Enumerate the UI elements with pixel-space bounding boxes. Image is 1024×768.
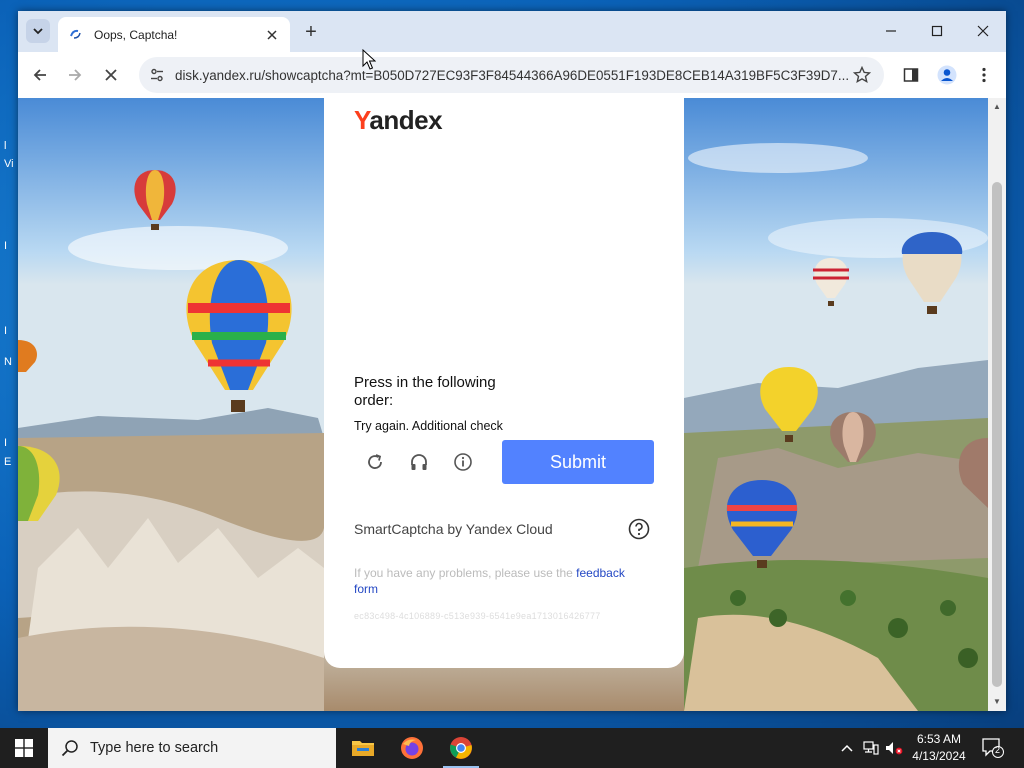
back-arrow-icon: [33, 69, 46, 81]
info-button[interactable]: [450, 449, 476, 475]
hot-air-balloon-image: [726, 480, 798, 568]
star-icon: [853, 66, 871, 84]
captcha-card: Yandex Press in the following order: Try…: [324, 98, 684, 668]
close-icon: [977, 25, 989, 37]
hot-air-balloon-image: [18, 446, 60, 521]
stop-loading-icon: [105, 69, 117, 81]
tab-active[interactable]: Oops, Captcha!: [58, 17, 290, 52]
search-icon: [61, 740, 78, 757]
taskbar-chrome[interactable]: [437, 728, 485, 768]
taskbar-clock[interactable]: 6:53 AM 4/13/2024: [905, 731, 973, 765]
forward-button[interactable]: [63, 63, 87, 87]
browser-toolbar: disk.yandex.ru/showcaptcha?mt=B050D727EC…: [18, 52, 1006, 98]
profile-button[interactable]: [935, 63, 959, 87]
retry-message: Try again. Additional check: [354, 419, 503, 433]
minimize-button[interactable]: [877, 19, 905, 43]
mouse-cursor-icon: [362, 49, 376, 70]
clock-date: 4/13/2024: [912, 749, 966, 763]
clock-time: 6:53 AM: [916, 732, 962, 746]
captcha-instruction: Press in the following order:: [354, 374, 496, 409]
file-explorer-icon: [352, 741, 374, 756]
notification-center-button[interactable]: 2: [982, 738, 1004, 758]
hot-air-balloon-image: [958, 438, 988, 508]
network-icon: [863, 741, 879, 755]
tab-search-button[interactable]: [26, 19, 50, 43]
chevron-up-icon: [841, 744, 853, 752]
yandex-logo: Yandex: [354, 105, 443, 135]
side-panel-icon: [903, 68, 919, 82]
windows-logo-icon: [15, 739, 33, 757]
browser-window: Oops, Captcha! + disk.yandex.ru/showcapt…: [18, 11, 1006, 711]
audio-button[interactable]: [406, 449, 432, 475]
chevron-down-icon: [33, 28, 43, 35]
refresh-button[interactable]: [362, 449, 388, 475]
back-button[interactable]: [28, 63, 52, 87]
forward-arrow-icon: [69, 69, 82, 81]
page-viewport: Yandex Press in the following order: Try…: [18, 98, 988, 711]
new-tab-button[interactable]: +: [300, 21, 322, 43]
url-text[interactable]: disk.yandex.ru/showcaptcha?mt=B050D727EC…: [175, 68, 850, 83]
hot-air-balloon-image: [18, 340, 37, 372]
help-icon[interactable]: [628, 518, 650, 540]
firefox-icon: [401, 737, 423, 759]
hot-air-balloon-image: [901, 232, 963, 314]
menu-button[interactable]: [972, 63, 996, 87]
tab-strip: Oops, Captcha! +: [18, 11, 1006, 52]
tab-title: Oops, Captcha!: [94, 27, 178, 42]
scroll-down-arrow[interactable]: ▼: [992, 697, 1002, 707]
taskbar-file-explorer[interactable]: [339, 728, 387, 768]
maximize-icon: [931, 25, 943, 37]
captcha-token: ec83c498-4c106889-c513e939-6541e9ea17130…: [354, 611, 601, 621]
hot-air-balloon-image: [134, 170, 176, 230]
search-placeholder: Type here to search: [90, 740, 219, 756]
audio-icon: [411, 454, 427, 470]
tray-volume[interactable]: [884, 728, 904, 768]
yandex-disk-favicon-icon: [69, 27, 83, 42]
smartcaptcha-brand: SmartCaptcha by Yandex Cloud: [354, 521, 553, 537]
more-vert-icon: [982, 67, 986, 83]
tray-network[interactable]: [861, 728, 881, 768]
tray-overflow-button[interactable]: [838, 728, 856, 768]
notification-count: 2: [995, 745, 1001, 755]
volume-muted-icon: [886, 742, 903, 755]
close-window-button[interactable]: [969, 19, 997, 43]
hot-air-balloon-image: [813, 258, 849, 306]
profile-icon: [937, 65, 957, 85]
refresh-icon: [368, 454, 382, 469]
notification-icon: [982, 738, 1004, 758]
maximize-button[interactable]: [923, 19, 951, 43]
side-panel-button[interactable]: [899, 63, 923, 87]
taskbar-search-box[interactable]: Type here to search: [48, 728, 336, 768]
site-info-button[interactable]: [147, 65, 167, 85]
hot-air-balloon-image: [760, 367, 818, 442]
bookmark-button[interactable]: [850, 63, 874, 87]
address-bar[interactable]: disk.yandex.ru/showcaptcha?mt=B050D727EC…: [139, 57, 884, 93]
site-settings-icon: [151, 68, 163, 82]
minimize-icon: [886, 30, 896, 32]
problems-text: If you have any problems, please use the…: [354, 566, 625, 596]
page-scrollbar[interactable]: ▲ ▼: [988, 98, 1006, 711]
stop-button[interactable]: [99, 63, 123, 87]
taskbar: Type here to search 6:53 AM 4/13/2024 2: [0, 728, 1024, 768]
start-button[interactable]: [0, 728, 48, 768]
close-icon: [267, 29, 277, 40]
hot-air-balloon-image: [830, 412, 876, 462]
submit-button[interactable]: Submit: [502, 440, 654, 484]
info-icon: [454, 453, 472, 471]
tab-close-button[interactable]: [262, 25, 282, 45]
taskbar-firefox[interactable]: [388, 728, 436, 768]
scrollbar-thumb[interactable]: [992, 182, 1002, 687]
scroll-up-arrow[interactable]: ▲: [992, 102, 1002, 112]
hot-air-balloon-image: [186, 260, 292, 412]
chrome-icon: [450, 737, 472, 759]
